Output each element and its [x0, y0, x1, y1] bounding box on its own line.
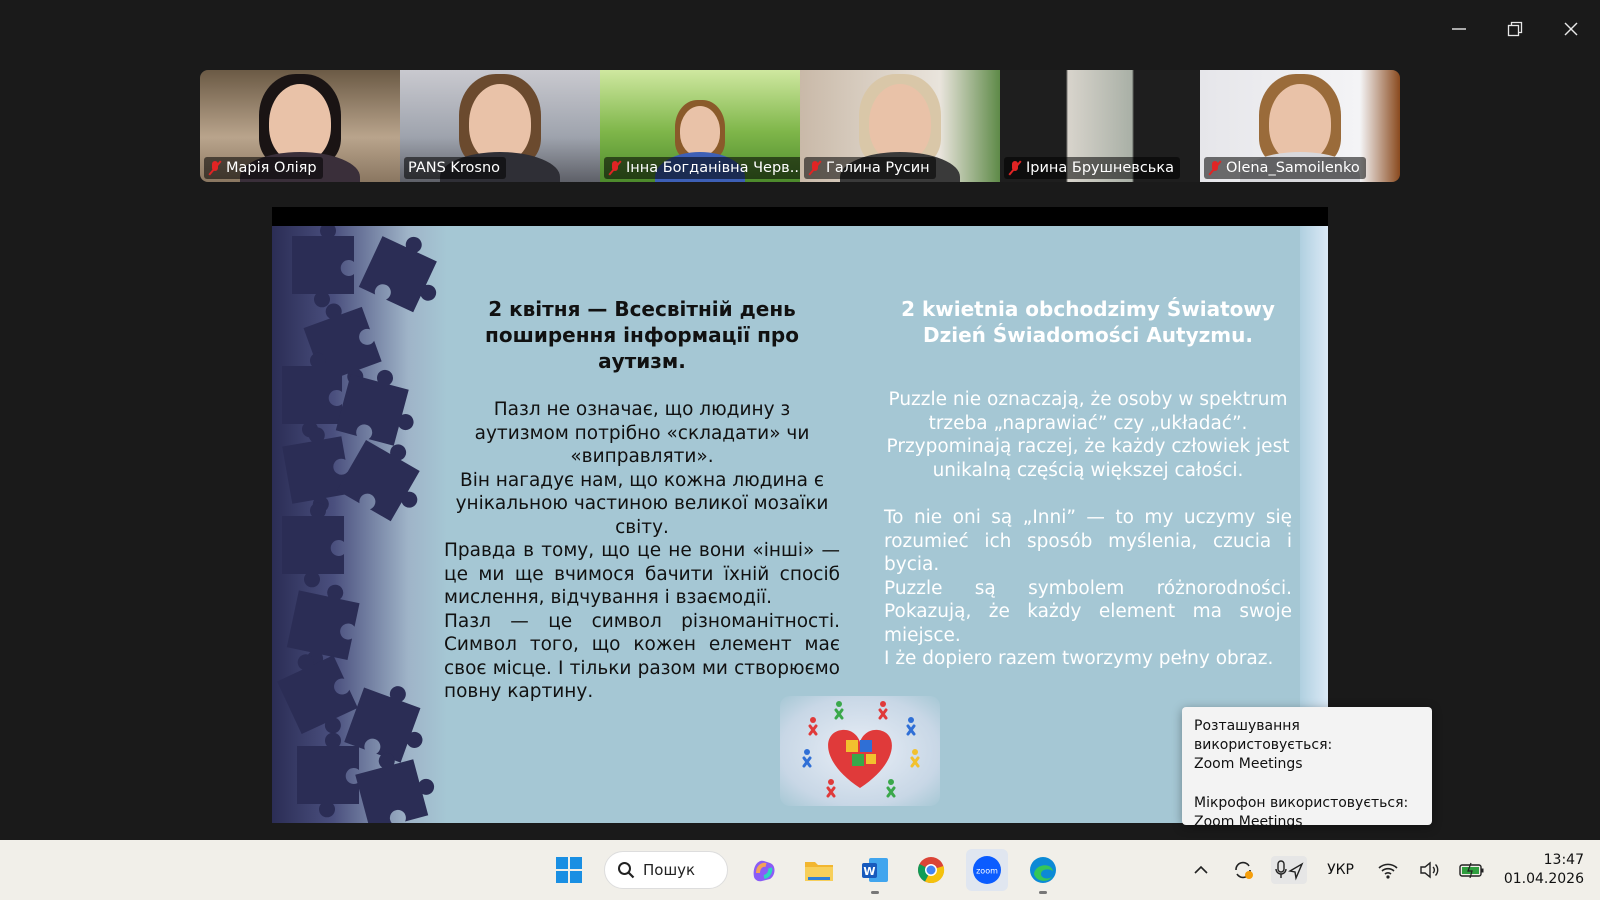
participant-tile[interactable]: Галина Русин — [800, 70, 1000, 182]
location-usage-label: Розташування використовується: — [1194, 718, 1333, 753]
slide-paragraph: I że dopiero razem tworzymy pełny obraz. — [884, 648, 1274, 669]
restore-icon[interactable] — [1500, 14, 1530, 44]
mic-muted-icon — [808, 160, 822, 176]
search-icon — [618, 862, 635, 879]
participant-tile[interactable]: Ірина Брушневська — [1000, 70, 1200, 182]
slide-title-ukrainian: 2 квітня — Всесвітній день поширення інф… — [485, 297, 799, 373]
file-explorer-icon[interactable] — [798, 849, 840, 891]
slide-paragraph: Пазл — це символ різноманітності. Символ… — [444, 610, 840, 703]
mic-muted-icon — [1008, 160, 1022, 176]
participant-name-label: Olena_Samoilenko — [1204, 157, 1366, 179]
slide-paragraph: To nie oni są „Inni” — to my uczymy się … — [884, 507, 1292, 575]
participant-face — [869, 84, 931, 162]
edge-icon[interactable] — [1022, 849, 1064, 894]
system-tray: УКР 13:47 01.04.2026 — [1187, 840, 1584, 900]
participant-tile[interactable]: Olena_Samoilenko — [1200, 70, 1400, 182]
start-icon[interactable] — [548, 849, 590, 891]
shared-screen: 2 квітня — Всесвітній день поширення інф… — [272, 207, 1328, 823]
participant-tile[interactable]: Інна Богданівна Черв... — [600, 70, 800, 182]
wifi-icon[interactable] — [1374, 856, 1402, 884]
mic-muted-icon — [608, 160, 622, 176]
participant-name-label: Інна Богданівна Черв... — [604, 157, 800, 179]
svg-text:W: W — [863, 865, 875, 878]
slide-paragraph: Puzzle nie oznaczają, że osoby w spektru… — [886, 389, 1290, 481]
participant-face — [680, 106, 720, 156]
participant-face — [1269, 84, 1331, 162]
window-controls — [1444, 14, 1586, 44]
slide-text-polish: 2 kwietnia obchodzimy Światowy Dzień Świ… — [884, 296, 1292, 671]
svg-text:zoom: zoom — [976, 867, 998, 876]
participant-name-label: Ірина Брушневська — [1004, 157, 1180, 179]
clock-date: 01.04.2026 — [1503, 871, 1584, 887]
minimize-icon[interactable] — [1444, 14, 1474, 44]
volume-icon[interactable] — [1416, 856, 1444, 884]
puzzle-pieces-decoration — [272, 226, 447, 823]
microphone-usage-app: Zoom Meetings — [1194, 814, 1303, 830]
microphone-location-icon[interactable] — [1271, 856, 1308, 884]
participant-face — [469, 84, 531, 162]
slide-paragraph: Puzzle są symbolem różnorodności. Pokazu… — [884, 577, 1292, 646]
copilot-icon[interactable] — [742, 849, 784, 891]
participant-strip: Марія Оліяр PANS Krosno Інна Богданівна … — [200, 70, 1400, 182]
participant-name-label: PANS Krosno — [404, 157, 507, 179]
zoom-icon[interactable]: zoom — [966, 849, 1008, 891]
clock-time: 13:47 — [1543, 852, 1584, 868]
slide-paragraph: Пазл не означає, що людину з аутизмом по… — [474, 399, 810, 467]
search-label: Пошук — [643, 861, 696, 879]
participant-name-label: Марія Оліяр — [204, 157, 323, 179]
taskbar-search[interactable]: Пошук — [604, 851, 728, 889]
mic-muted-icon — [1208, 160, 1222, 176]
slide-text-ukrainian: 2 квітня — Всесвітній день поширення інф… — [444, 296, 840, 704]
microphone-usage-label: Мікрофон використовується: — [1194, 795, 1409, 811]
slide-paragraph: Правда в тому, що це не вони «інші» — це… — [444, 540, 840, 608]
presentation-slide: 2 квітня — Всесвітній день поширення інф… — [272, 226, 1328, 823]
participant-tile[interactable]: Марія Оліяр — [200, 70, 400, 182]
taskbar-apps: Пошук W zoom — [548, 848, 1064, 894]
puzzle-heart-icon — [802, 701, 920, 798]
participant-name-label: Галина Русин — [804, 157, 936, 179]
slide-title-polish: 2 kwietnia obchodzimy Światowy Dzień Świ… — [901, 297, 1275, 347]
chrome-icon[interactable] — [910, 849, 952, 891]
input-language[interactable]: УКР — [1321, 862, 1360, 878]
slide-paragraph: Він нагадує нам, що кожна людина є уніка… — [455, 469, 829, 538]
location-usage-app: Zoom Meetings — [1194, 756, 1303, 772]
word-icon[interactable]: W — [854, 849, 896, 894]
privacy-notification[interactable]: Розташування використовується: Zoom Meet… — [1182, 707, 1432, 830]
participant-face — [269, 84, 331, 162]
taskbar: Пошук W zoom УКР 13:47 01.04.2026 — [0, 840, 1600, 900]
participant-tile-active-speaker[interactable]: PANS Krosno — [400, 70, 600, 182]
clock[interactable]: 13:47 01.04.2026 — [1500, 851, 1584, 889]
chevron-up-icon[interactable] — [1187, 856, 1215, 884]
close-icon[interactable] — [1556, 14, 1586, 44]
puzzle-heart-image — [780, 696, 940, 806]
sync-icon[interactable] — [1229, 856, 1257, 884]
battery-charging-icon[interactable] — [1458, 856, 1486, 884]
mic-muted-icon — [208, 160, 222, 176]
puzzle-icon — [277, 226, 437, 823]
